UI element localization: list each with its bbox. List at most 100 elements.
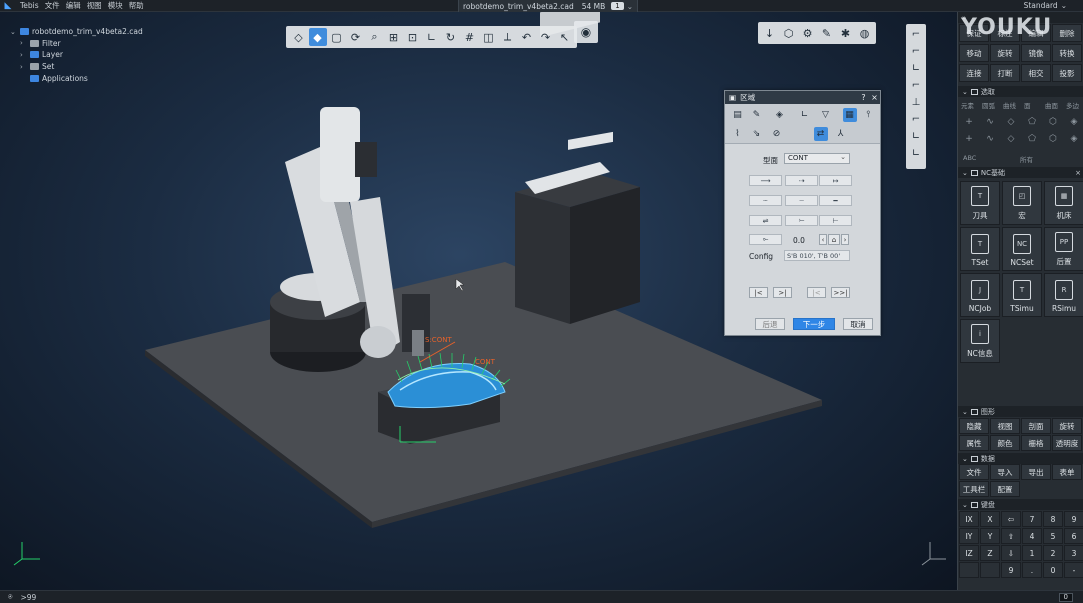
option-dash-a[interactable]: ┄ [749,195,782,206]
tree-item-applications[interactable]: Applications [10,72,143,84]
face-icon[interactable]: ⬠ [1025,116,1039,128]
command-button[interactable]: 打断 [990,64,1020,82]
robot-icon[interactable]: ⚙ [799,24,817,42]
redo-icon[interactable]: ↷ [537,28,555,46]
key-button[interactable]: 5 [1043,528,1063,544]
graphics-button[interactable]: 透明度 [1052,435,1082,451]
command-button[interactable]: 相交 [1021,64,1051,82]
back-button[interactable]: 后退 [755,318,785,330]
check-icon[interactable]: ⊘ [770,127,784,141]
face-icon[interactable]: ⬠ [1025,133,1039,145]
help-button[interactable]: ? [858,93,869,102]
select-all-label[interactable]: 所有 [1020,154,1033,164]
end-tool-icon[interactable]: ∟ [907,145,925,162]
option-line-b[interactable]: ⇢ [785,175,818,186]
nc-tile-8[interactable]: R RSimu [1044,273,1083,317]
command-button[interactable]: 转换 [1052,44,1082,62]
key-button[interactable]: IZ [959,545,979,561]
polyline-tool-icon[interactable]: ⌐ [907,43,925,60]
graphics-button[interactable]: 旋转 [1052,418,1082,434]
chevron-down-icon[interactable]: ⌄ [962,408,968,416]
select-filter-label[interactable]: 多边 [1066,100,1079,110]
next-button[interactable]: 下一步 [793,318,835,330]
key-button[interactable]: 2 [1043,545,1063,561]
surface-icon[interactable]: ◇ [1004,133,1018,145]
cube-icon[interactable]: ⬡ [780,24,798,42]
solid-icon[interactable]: ⬡ [1046,133,1060,145]
tree-item-filter[interactable]: › Filter [10,38,143,50]
zoom-window-icon[interactable]: ⊞ [385,28,403,46]
nc-tile-0[interactable]: T 刀具 [960,181,1000,225]
arrow-back-icon[interactable]: ↶ [518,28,536,46]
key-button[interactable]: ⇦ [1001,511,1021,527]
key-button[interactable]: 9 [1064,511,1083,527]
key-button[interactable]: IX [959,511,979,527]
chevron-right-icon[interactable]: › [20,51,30,59]
option-arrow-a[interactable]: ⇌ [749,215,782,226]
data-button[interactable]: 导出 [1021,464,1051,480]
cube-shaded-icon[interactable]: ◆ [308,28,327,46]
option-arrow-c[interactable]: ⊢ [819,215,852,226]
key-button[interactable] [980,562,1000,578]
nc-tile-3[interactable]: T TSet [960,227,1000,271]
axis-icon[interactable]: ∟ [798,108,812,122]
option-dash-c[interactable]: ━ [819,195,852,206]
chevron-down-icon[interactable]: ⌄ [10,28,20,36]
curve-icon[interactable]: ∿ [983,116,997,128]
nav-last-button[interactable]: >>| [831,287,850,298]
close-icon[interactable]: × [1075,169,1081,177]
nc-tile-7[interactable]: T TSimu [1002,273,1042,317]
cancel-button[interactable]: 取消 [843,318,873,330]
nav-first-button[interactable]: |< [749,287,768,298]
key-button[interactable]: 1 [1022,545,1042,561]
offset-icon[interactable]: ⟜ [749,234,782,245]
data-button[interactable]: 工具栏 [959,481,989,497]
graphics-button[interactable]: 栅格 [1021,435,1051,451]
key-button[interactable]: IY [959,528,979,544]
surface-icon[interactable]: ◈ [773,108,787,122]
corner-tool-icon[interactable]: ∟ [907,60,925,77]
angle-tool-icon[interactable]: ∟ [907,128,925,145]
graphics-button[interactable]: 视图 [990,418,1020,434]
command-button[interactable]: 旋转 [990,44,1020,62]
menu-view[interactable]: 视图 [87,0,102,11]
pen-icon[interactable]: ✎ [818,24,836,42]
chevron-down-icon[interactable]: ⌄ [962,455,968,463]
graphics-button[interactable]: 颜色 [990,435,1020,451]
section-header-select[interactable]: ⌄ 选取 [958,86,1083,97]
point-icon[interactable]: + [962,116,976,128]
point-icon[interactable]: + [962,133,976,145]
key-button[interactable]: Z [980,545,1000,561]
menu-module[interactable]: 模块 [108,0,123,11]
option-line-c[interactable]: ↦ [819,175,852,186]
data-button[interactable]: 表单 [1052,464,1082,480]
nc-tile-2[interactable]: ▦ 机床 [1044,181,1083,225]
nav-prev-button[interactable]: >| [773,287,792,298]
config-value[interactable]: S'B 010', T'B 00' [784,250,850,261]
option-line-a[interactable]: ⟶ [749,175,782,186]
menu-file[interactable]: 文件 [45,0,60,11]
spin-icon[interactable]: ↻ [442,28,460,46]
nav-next-button[interactable]: |< [807,287,826,298]
solid-icon[interactable]: ⬡ [1046,116,1060,128]
filter-icon[interactable]: ▽ [819,108,833,122]
data-button[interactable]: 导入 [990,464,1020,480]
tree-item-layer[interactable]: › Layer [10,49,143,61]
graphics-button[interactable]: 剖面 [1021,418,1051,434]
chevron-right-icon[interactable]: › [20,63,30,71]
cube-box-icon[interactable]: ▢ [328,28,346,46]
axis-icon[interactable]: ∟ [423,28,441,46]
select-filter-label[interactable]: 曲线 [1003,100,1016,110]
measure-icon[interactable]: ⟂ [499,28,517,46]
select-filter-label[interactable]: 圆弧 [982,100,995,110]
option-arrow-b[interactable]: ⤚ [785,215,818,226]
key-button[interactable]: Y [980,528,1000,544]
command-button[interactable]: 镜像 [1021,44,1051,62]
pin-icon[interactable]: ↓ [761,24,779,42]
key-button[interactable]: 4 [1022,528,1042,544]
close-button[interactable]: × [869,93,880,102]
section-header-graphics[interactable]: ⌄ 图形 [958,406,1083,417]
mode-selector[interactable]: Standard [1024,1,1067,10]
key-button[interactable]: 0 [1043,562,1063,578]
home-icon[interactable]: ⌂ [828,234,840,245]
